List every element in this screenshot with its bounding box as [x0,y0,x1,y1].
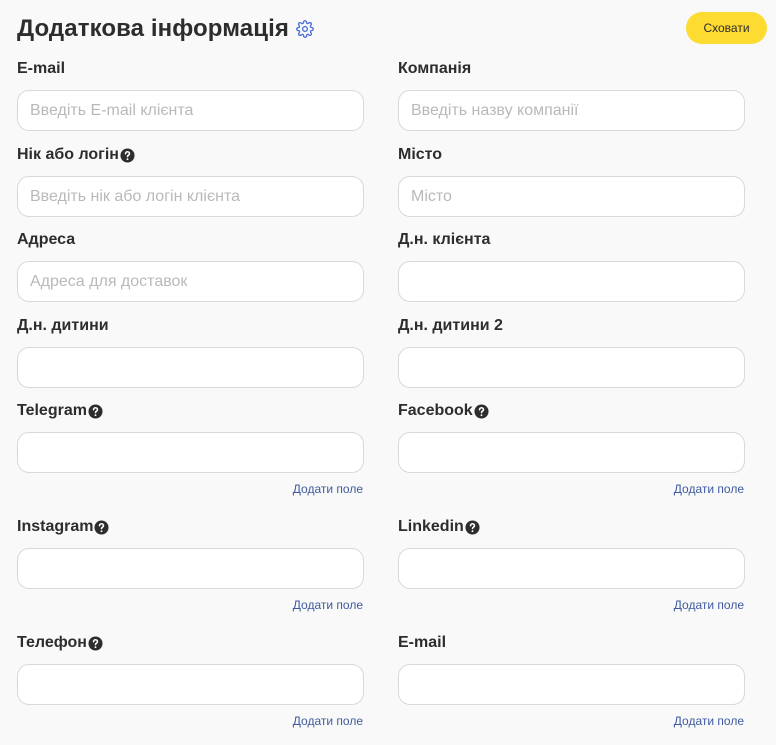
field-input[interactable] [17,548,364,589]
field-input[interactable] [17,432,364,473]
add-field-link[interactable]: Додати поле [17,598,363,612]
field-input[interactable] [17,90,364,131]
form-field: Нік або логін [17,145,364,217]
add-field-link[interactable]: Додати поле [398,598,744,612]
field-label-text: Linkedin [398,518,464,535]
field-label-text: E-mail [398,634,447,651]
gear-icon[interactable] [296,20,314,38]
form-field: E-mail Додати поле [398,633,745,728]
field-label-text: Телефон [17,634,87,651]
field-label-text: Д.н. дитини 2 [398,317,503,334]
form-field: Telegram Додати поле [17,401,364,496]
form-field: Instagram Додати поле [17,517,364,612]
field-label: E-mail [17,59,364,79]
form-field: Linkedin Додати поле [398,517,745,612]
field-input[interactable] [17,347,364,388]
question-circle-icon[interactable] [465,519,480,535]
hide-button[interactable]: Сховати [686,12,767,44]
form-field: Адреса [17,230,364,302]
field-input[interactable] [398,90,745,131]
field-input[interactable] [398,664,745,705]
question-circle-icon[interactable] [120,147,135,163]
form-field: Компанія [398,59,745,131]
question-circle-icon[interactable] [94,519,109,535]
field-label-text: Нік або логін [17,146,119,163]
field-label-text: Д.н. дитини [17,317,109,334]
field-label: Телефон [17,633,364,653]
add-field-link[interactable]: Додати поле [398,714,744,728]
field-input[interactable] [398,432,745,473]
field-input[interactable] [398,176,745,217]
field-input[interactable] [17,176,364,217]
field-label: Telegram [17,401,364,421]
field-input[interactable] [17,664,364,705]
field-label-text: Facebook [398,402,473,419]
field-label-text: Instagram [17,518,94,535]
field-input[interactable] [398,548,745,589]
field-label: Facebook [398,401,745,421]
field-label: Linkedin [398,517,745,537]
field-label: Нік або логін [17,145,364,165]
field-label: Місто [398,145,745,165]
field-label-text: Адреса [17,231,76,248]
page-title: Додаткова інформація [17,15,289,42]
field-label-text: E-mail [17,60,66,77]
field-label: Instagram [17,517,364,537]
field-input[interactable] [17,261,364,302]
field-label: Д.н. клієнта [398,230,745,250]
field-input[interactable] [398,347,745,388]
question-circle-icon[interactable] [88,403,103,419]
field-label: Д.н. дитини [17,316,364,336]
question-circle-icon[interactable] [88,635,103,651]
form-field: Facebook Додати поле [398,401,745,496]
question-circle-icon[interactable] [474,403,489,419]
form-field: E-mail [17,59,364,131]
field-label-text: Telegram [17,402,87,419]
field-label: Компанія [398,59,745,79]
add-field-link[interactable]: Додати поле [398,482,744,496]
field-label-text: Д.н. клієнта [398,231,491,248]
form-field: Місто [398,145,745,217]
add-field-link[interactable]: Додати поле [17,714,363,728]
field-label: Д.н. дитини 2 [398,316,745,336]
form-field: Д.н. клієнта [398,230,745,302]
add-field-link[interactable]: Додати поле [17,482,363,496]
field-label: E-mail [398,633,745,653]
form-field: Д.н. дитини 2 [398,316,745,388]
field-label-text: Компанія [398,60,472,77]
field-label-text: Місто [398,146,443,163]
form-field: Д.н. дитини [17,316,364,388]
form-field: Телефон Додати поле [17,633,364,728]
field-input[interactable] [398,261,745,302]
section-header: Додаткова інформація [17,14,314,44]
field-label: Адреса [17,230,364,250]
